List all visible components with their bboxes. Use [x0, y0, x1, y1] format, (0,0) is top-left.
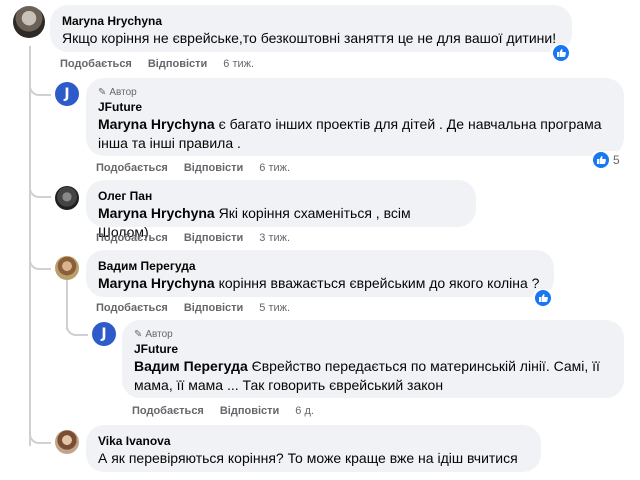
pen-icon: ✎ [98, 87, 107, 98]
thread-branch [29, 170, 51, 198]
comment-actions: Подобається Відповісти 6 д. [132, 405, 314, 417]
reaction-count: 5 [613, 153, 620, 167]
mention-link[interactable]: Maryna Hrychyna [98, 275, 215, 291]
comment-text-line2: інша та інші правила . [98, 135, 241, 151]
comment-text: Maryna Hrychyna коріння вважається єврей… [98, 275, 540, 291]
comment-actions: Подобається Відповісти 6 тиж. [96, 162, 290, 174]
comment-bubble: ✎ Автор JFuture Maryna Hrychyna є багато … [86, 78, 624, 156]
author-badge: ✎ Автор [98, 87, 137, 98]
timestamp[interactable]: 6 д. [295, 405, 314, 417]
jfuture-logo-icon: J [64, 86, 70, 102]
timestamp[interactable]: 5 тиж. [259, 302, 290, 314]
timestamp[interactable]: 6 тиж. [223, 58, 254, 70]
avatar[interactable] [55, 256, 79, 280]
avatar[interactable]: J [92, 322, 116, 346]
commenter-name[interactable]: Maryna Hrychyna [62, 13, 560, 29]
comment-bubble: Maryna Hrychyna Якщо коріння не єврейськ… [50, 5, 572, 52]
mention-link[interactable]: Maryna Hrychyna [98, 116, 215, 132]
thread-branch [66, 308, 88, 336]
commenter-name[interactable]: JFuture [98, 99, 612, 115]
comment-text: Вадим Перегуда Єврейство передається по … [134, 358, 600, 374]
comment-text: Якщо коріння не єврейське,то безкоштовні… [62, 30, 557, 46]
comment-bubble: Вадим Перегуда Maryna Hrychyna коріння в… [86, 250, 554, 297]
like-icon [593, 152, 609, 168]
comment-bubble: ✎ Автор JFuture Вадим Перегуда Єврейство … [122, 320, 624, 398]
comment-actions: Подобається Відповісти 3 тиж. [96, 232, 290, 244]
like-link[interactable]: Подобається [96, 302, 168, 314]
timestamp[interactable]: 6 тиж. [259, 162, 290, 174]
comment-text-line2: мама, її мама ... Так говорить єврейськи… [134, 377, 444, 393]
thread-branch [29, 70, 51, 96]
like-link[interactable]: Подобається [96, 232, 168, 244]
thread-branch [29, 238, 51, 270]
reply-link[interactable]: Відповісти [184, 302, 243, 314]
comment-text: А як перевіряються коріння? То може кращ… [98, 450, 518, 466]
pen-icon: ✎ [134, 329, 143, 340]
comment-actions: Подобається Відповісти 6 тиж. [60, 58, 254, 70]
commenter-name[interactable]: Вадим Перегуда [98, 258, 542, 274]
comment-actions: Подобається Відповісти 5 тиж. [96, 302, 290, 314]
reaction-summary[interactable]: 5 [590, 151, 623, 169]
reply-link[interactable]: Відповісти [220, 405, 279, 417]
like-link[interactable]: Подобається [60, 58, 132, 70]
reply-link[interactable]: Відповісти [184, 232, 243, 244]
comment-bubble: Vika Ivanova А як перевіряються коріння?… [86, 425, 541, 472]
like-icon [553, 45, 569, 61]
like-link[interactable]: Подобається [96, 162, 168, 174]
mention-link[interactable]: Вадим Перегуда [134, 358, 248, 374]
avatar[interactable] [55, 186, 79, 210]
author-badge: ✎ Автор [134, 329, 173, 340]
reply-link[interactable]: Відповісти [148, 58, 207, 70]
like-link[interactable]: Подобається [132, 405, 204, 417]
timestamp[interactable]: 3 тиж. [259, 232, 290, 244]
commenter-name[interactable]: Vika Ivanova [98, 433, 529, 449]
commenter-name[interactable]: Олег Пан [98, 188, 464, 204]
like-icon [535, 290, 551, 306]
comment-bubble: Олег Пан Maryna Hrychyna Які коріння сха… [86, 180, 476, 240]
avatar[interactable] [13, 6, 45, 38]
thread-branch [29, 418, 51, 444]
reaction-summary[interactable] [532, 289, 554, 307]
comment-text: Maryna Hrychyna є багато інших проектів … [98, 116, 602, 132]
mention-link[interactable]: Maryna Hrychyna [98, 205, 215, 221]
jfuture-logo-icon: J [101, 326, 107, 342]
avatar[interactable]: J [55, 82, 79, 106]
commenter-name[interactable]: JFuture [134, 341, 612, 357]
avatar[interactable] [55, 430, 79, 454]
reply-link[interactable]: Відповісти [184, 162, 243, 174]
reaction-summary[interactable] [550, 44, 572, 62]
